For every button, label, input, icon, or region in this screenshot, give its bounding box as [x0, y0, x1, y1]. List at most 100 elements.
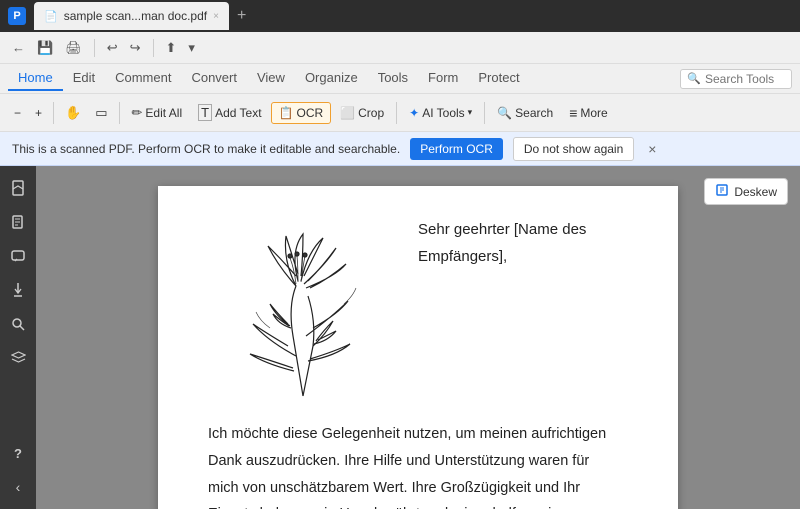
- sidebar-icon-help[interactable]: ?: [4, 439, 32, 467]
- document-page: Sehr geehrter [Name des Empfängers], Ich…: [158, 186, 678, 509]
- print-icon: 🖨: [65, 40, 82, 56]
- share-icon: ⬆: [166, 40, 177, 56]
- sidebar-icon-page[interactable]: [4, 208, 32, 236]
- ai-tools-icon: ✦: [409, 106, 419, 120]
- tab-home[interactable]: Home: [8, 66, 63, 91]
- tab-area: 📄 sample scan...man doc.pdf × +: [34, 2, 792, 30]
- sidebar-icon-attachment[interactable]: [4, 276, 32, 304]
- search-tools-icon: 🔍: [687, 72, 701, 85]
- add-text-button[interactable]: T Add Text: [191, 101, 268, 124]
- search-tools-input[interactable]: [705, 72, 785, 86]
- tab-view[interactable]: View: [247, 66, 295, 91]
- tab-tools[interactable]: Tools: [368, 66, 418, 91]
- flower-illustration: [208, 216, 398, 411]
- ocr-label: OCR: [297, 106, 324, 120]
- more-label: More: [580, 106, 607, 120]
- tab-label: sample scan...man doc.pdf: [64, 9, 207, 23]
- deskew-icon: [715, 183, 729, 200]
- sidebar-icon-comment[interactable]: [4, 242, 32, 270]
- ribbon-sep-4: [484, 102, 485, 124]
- back-button[interactable]: ←: [8, 38, 29, 57]
- search-ribbon-icon: 🔍: [497, 106, 512, 120]
- active-tab[interactable]: 📄 sample scan...man doc.pdf ×: [34, 2, 229, 30]
- redo-button[interactable]: ↪: [126, 38, 145, 58]
- undo-icon: ↩: [107, 40, 118, 56]
- notification-close-btn[interactable]: ×: [648, 141, 656, 157]
- add-text-label: Add Text: [215, 106, 261, 120]
- more-button[interactable]: ≡ More: [562, 102, 615, 124]
- sidebar-icon-collapse[interactable]: ‹: [4, 473, 32, 501]
- dropdown-icon: ▾: [188, 40, 195, 56]
- bookmark-icon: [10, 180, 26, 196]
- left-sidebar: ? ‹: [0, 166, 36, 509]
- main-area: ? ‹ Deskew: [0, 166, 800, 509]
- notification-bar: This is a scanned PDF. Perform OCR to ma…: [0, 132, 800, 166]
- title-bar: P 📄 sample scan...man doc.pdf × +: [0, 0, 800, 32]
- app-icon: P: [8, 7, 26, 25]
- print-button[interactable]: 🖨: [61, 38, 86, 58]
- sidebar-bottom: ? ‹: [4, 439, 32, 509]
- perform-ocr-button[interactable]: Perform OCR: [410, 138, 503, 160]
- crop-label: Crop: [358, 106, 384, 120]
- new-tab-button[interactable]: +: [231, 7, 252, 25]
- notification-message: This is a scanned PDF. Perform OCR to ma…: [12, 142, 400, 156]
- hand-tool-button[interactable]: ✋: [59, 101, 87, 125]
- save-button[interactable]: 💾: [33, 38, 57, 58]
- search-tools-container: 🔍: [680, 69, 792, 89]
- ocr-icon: 📋: [279, 106, 294, 120]
- tab-organize[interactable]: Organize: [295, 66, 368, 91]
- search-button[interactable]: 🔍 Search: [490, 103, 560, 123]
- add-text-icon: T: [198, 104, 212, 121]
- ribbon-sep-3: [396, 102, 397, 124]
- redo-icon: ↪: [130, 40, 141, 56]
- help-icon: ?: [14, 446, 22, 461]
- do-not-show-button[interactable]: Do not show again: [513, 137, 634, 161]
- sidebar-icon-layers[interactable]: [4, 344, 32, 372]
- ribbon: − + ✋ ▭ ✏ Edit All T Add Text 📋 OCR ⬜ Cr…: [0, 94, 800, 132]
- hand-icon: ✋: [65, 105, 81, 121]
- ai-tools-label: AI Tools: [422, 106, 464, 120]
- zoom-in-button[interactable]: +: [29, 102, 48, 124]
- tab-comment[interactable]: Comment: [105, 66, 181, 91]
- collapse-icon: ‹: [16, 479, 21, 495]
- tab-form[interactable]: Form: [418, 66, 468, 91]
- back-icon: ←: [12, 40, 25, 55]
- ocr-button[interactable]: 📋 OCR: [271, 102, 332, 124]
- edit-all-label: Edit All: [145, 106, 182, 120]
- document-body: Ich möchte diese Gelegenheit nutzen, um …: [208, 421, 628, 509]
- toolbar-container: ← 💾 🖨 ↩ ↪ ⬆ ▾ Home Edit Comment Convert …: [0, 32, 800, 132]
- tab-pdf-icon: 📄: [44, 10, 58, 23]
- undo-button[interactable]: ↩: [103, 38, 122, 58]
- zoom-out-button[interactable]: −: [8, 102, 27, 124]
- quick-bar-dropdown[interactable]: ▾: [184, 38, 199, 58]
- comment-icon: [11, 249, 26, 264]
- tab-protect[interactable]: Protect: [468, 66, 529, 91]
- deskew-button[interactable]: Deskew: [704, 178, 788, 205]
- edit-all-icon: ✏: [132, 105, 143, 121]
- nav-tabs: Home Edit Comment Convert View Organize …: [0, 64, 800, 94]
- crop-button[interactable]: ⬜ Crop: [333, 103, 391, 123]
- ai-tools-button[interactable]: ✦ AI Tools ▾: [402, 103, 479, 123]
- sidebar-icon-bookmark[interactable]: [4, 174, 32, 202]
- zoom-in-icon: +: [35, 106, 42, 120]
- more-icon: ≡: [569, 105, 577, 121]
- save-icon: 💾: [37, 40, 53, 56]
- ribbon-sep-2: [119, 102, 120, 124]
- document-area[interactable]: Deskew: [36, 166, 800, 509]
- ai-tools-dropdown: ▾: [468, 107, 473, 118]
- tab-convert[interactable]: Convert: [181, 66, 247, 91]
- attachment-icon: [11, 282, 25, 298]
- crop-icon: ⬜: [340, 106, 355, 120]
- search-icon: [11, 317, 26, 332]
- tab-edit[interactable]: Edit: [63, 66, 105, 91]
- page-icon: [11, 215, 26, 230]
- sidebar-icon-search[interactable]: [4, 310, 32, 338]
- select-tool-button[interactable]: ▭: [89, 101, 113, 125]
- separator-1: [94, 39, 95, 57]
- share-button[interactable]: ⬆: [162, 38, 181, 58]
- edit-all-button[interactable]: ✏ Edit All: [125, 102, 190, 124]
- zoom-out-icon: −: [14, 106, 21, 120]
- tab-close-btn[interactable]: ×: [213, 11, 219, 22]
- separator-2: [153, 39, 154, 57]
- lily-svg: [208, 216, 398, 406]
